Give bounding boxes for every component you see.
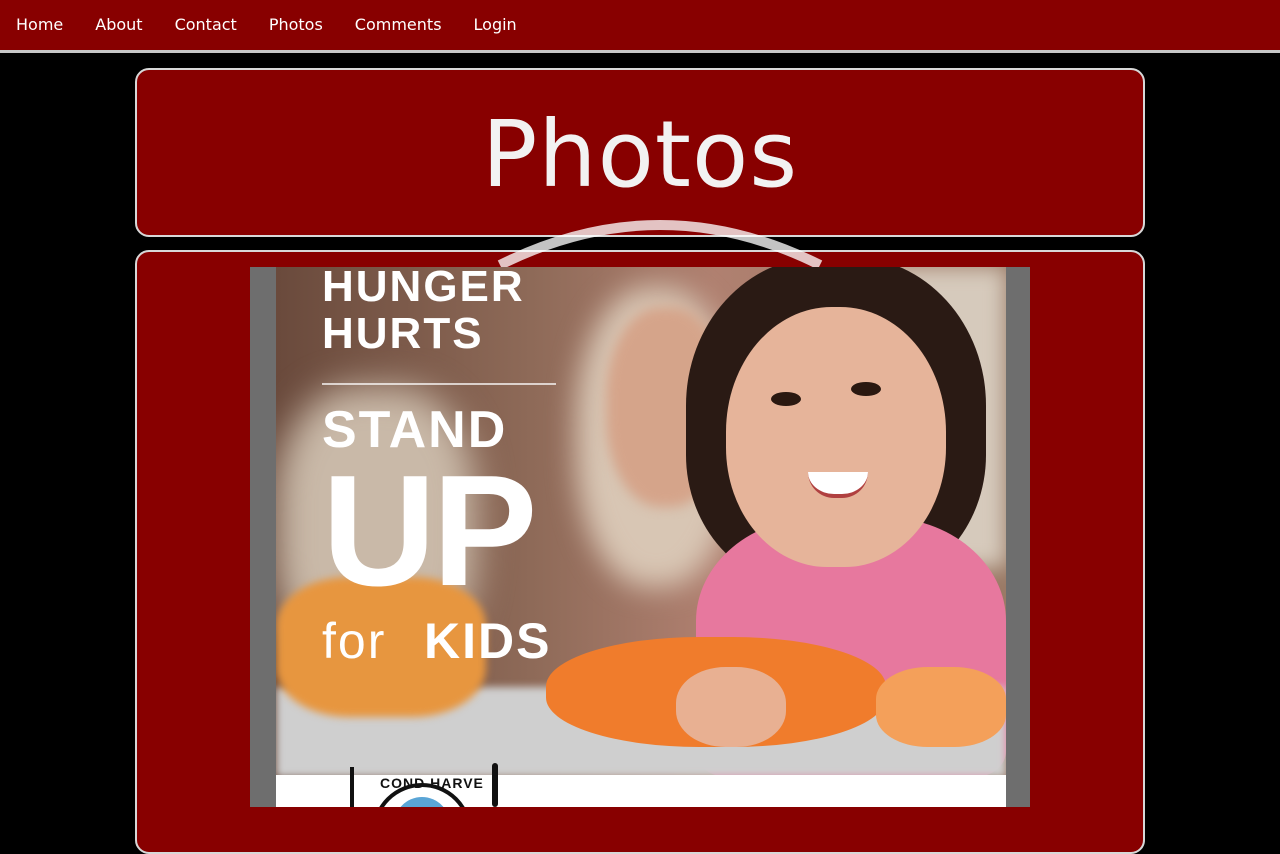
fork-icon [350, 767, 354, 807]
knife-icon [492, 763, 498, 807]
nav-link-login[interactable]: Login [474, 15, 517, 34]
girl-eye [771, 392, 801, 406]
photo-image[interactable]: HUNGER HURTS STAND UP for KIDS COND HARV… [250, 267, 1030, 807]
poster-artwork: HUNGER HURTS STAND UP for KIDS COND HARV… [276, 267, 1006, 807]
poster-text-hunger: HUNGER [322, 267, 525, 311]
poster-text-for: for [322, 613, 387, 669]
girl-eye [851, 382, 881, 396]
girl-hand [676, 667, 786, 747]
poster-text-hurts: HURTS [322, 309, 484, 358]
title-panel: Photos [135, 68, 1145, 237]
carrots-bag [876, 667, 1006, 747]
logo-text: COND HARVE [380, 775, 484, 791]
girl-face [726, 307, 946, 567]
nav-link-home[interactable]: Home [16, 15, 63, 34]
poster-divider [322, 383, 556, 385]
nav-list: Home About Contact Photos Comments Login [0, 0, 1280, 50]
poster-text-kids: KIDS [424, 613, 552, 669]
page-title: Photos [481, 101, 799, 208]
nav-link-comments[interactable]: Comments [355, 15, 442, 34]
top-navbar: Home About Contact Photos Comments Login [0, 0, 1280, 53]
poster-text-up: UP [322, 443, 537, 619]
nav-link-photos[interactable]: Photos [269, 15, 323, 34]
nav-link-about[interactable]: About [95, 15, 142, 34]
nav-link-contact[interactable]: Contact [175, 15, 237, 34]
